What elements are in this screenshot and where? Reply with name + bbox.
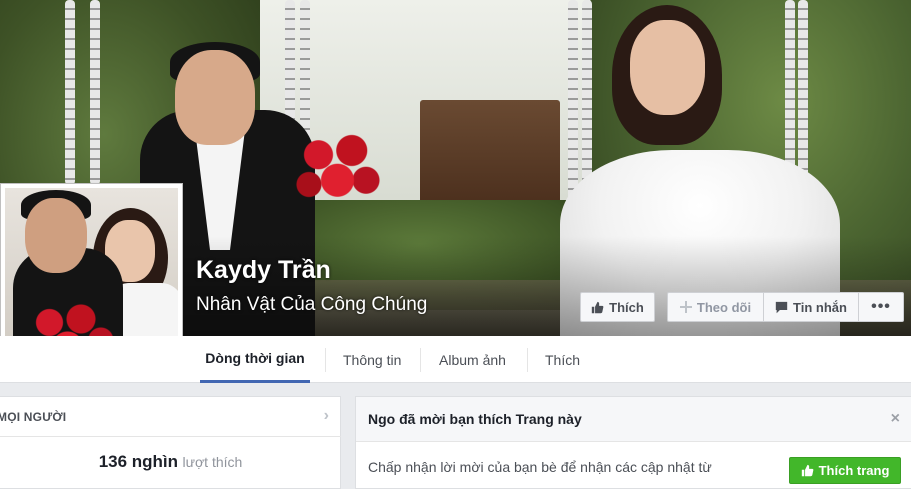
follow-button-label: Theo dõi [696, 299, 752, 315]
like-button[interactable]: Thích [580, 292, 655, 322]
page-tabs: Dòng thời gian Thông tin Album ảnh Thích [0, 336, 911, 383]
more-button[interactable]: ••• [858, 292, 904, 322]
people-card: MỌI NGƯỜI › 136 nghìn lượt thích [0, 396, 341, 489]
like-page-button-label: Thích trang [818, 463, 890, 478]
swing-chain [65, 0, 75, 185]
tab-divider [420, 348, 421, 372]
profile-man-head [25, 198, 87, 273]
cover-bench [420, 100, 560, 210]
swing-chain [90, 0, 100, 185]
more-dots-icon: ••• [871, 298, 891, 315]
thumbs-up-icon [801, 464, 814, 477]
people-card-title: MỌI NGƯỜI [0, 409, 67, 424]
likes-summary: 136 nghìn lượt thích [0, 452, 341, 472]
tab-about[interactable]: Thông tin [343, 336, 401, 383]
plus-icon [679, 301, 692, 313]
facebook-page: Kaydy Trần Nhân Vật Của Công Chúng Thích… [0, 0, 911, 489]
likes-count[interactable]: 136 nghìn [99, 452, 178, 471]
likes-label: lượt thích [182, 454, 243, 470]
invite-title: Ngo đã mời bạn thích Trang này [368, 411, 582, 427]
tab-likes[interactable]: Thích [545, 336, 580, 383]
like-button-label: Thích [609, 299, 644, 315]
tab-photos[interactable]: Album ảnh [439, 336, 506, 383]
close-icon[interactable]: × [891, 410, 900, 428]
page-title[interactable]: Kaydy Trần [196, 256, 331, 285]
tab-divider [527, 348, 528, 372]
invite-card: Ngo đã mời bạn thích Trang này × Chấp nh… [355, 396, 911, 489]
chat-bubble-icon [775, 301, 788, 314]
swing-chain [798, 0, 808, 190]
invite-header: Ngo đã mời bạn thích Trang này × [356, 397, 911, 442]
invite-message: Chấp nhận lời mời của bạn bè để nhận các… [368, 459, 712, 475]
people-card-header[interactable]: MỌI NGƯỜI › [0, 397, 341, 437]
message-button-label: Tin nhắn [793, 299, 847, 315]
page-category[interactable]: Nhân Vật Của Công Chúng [196, 294, 427, 316]
chevron-right-icon: › [323, 407, 329, 424]
rose-bouquet [290, 125, 385, 210]
like-page-button[interactable]: Thích trang [789, 457, 901, 484]
tab-timeline[interactable]: Dòng thời gian [200, 336, 310, 383]
follow-button[interactable]: Theo dõi [667, 292, 764, 322]
thumbs-up-icon [591, 301, 604, 314]
groom-head [175, 50, 255, 145]
message-button[interactable]: Tin nhắn [763, 292, 859, 322]
tab-divider [325, 348, 326, 372]
bride-head [630, 20, 705, 115]
